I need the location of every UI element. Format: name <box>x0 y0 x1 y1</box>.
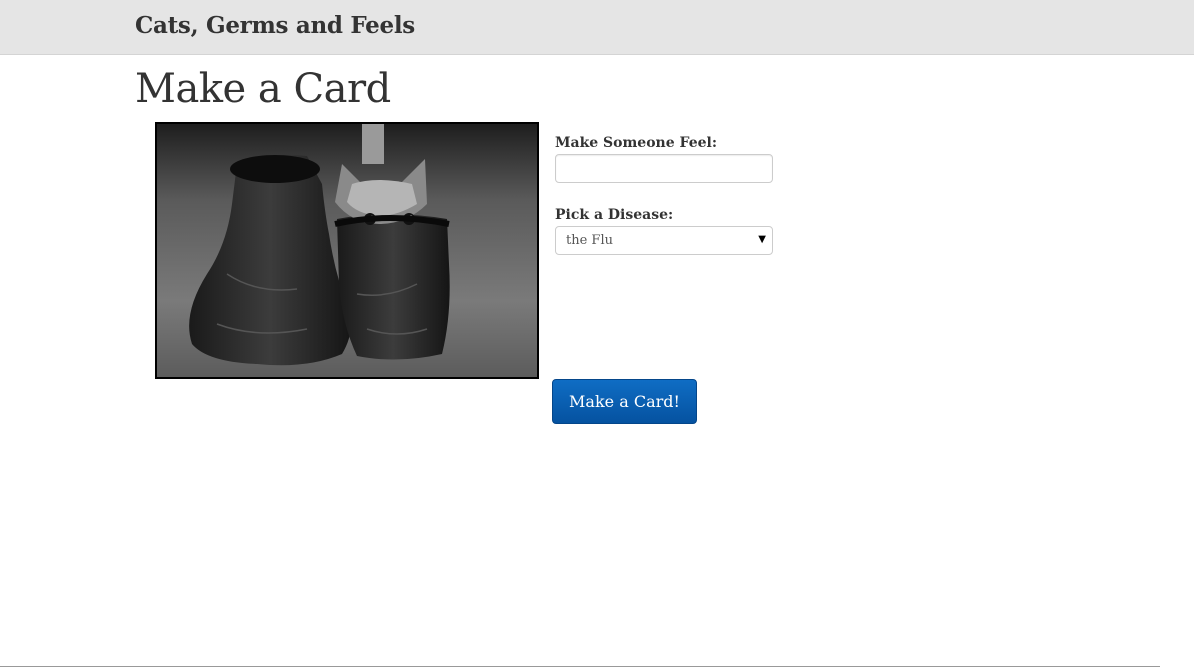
disease-label: Pick a Disease: <box>555 207 674 223</box>
feel-label: Make Someone Feel: <box>555 135 717 151</box>
disease-selected-value: the Flu <box>566 233 613 248</box>
make-card-button[interactable]: Make a Card! <box>552 379 697 424</box>
page-title: Make a Card <box>135 66 391 112</box>
card-image <box>155 122 539 379</box>
disease-select[interactable]: the Flu ▼ <box>555 226 773 255</box>
kitten-in-boot-photo <box>157 124 537 377</box>
bottom-divider <box>0 666 1160 667</box>
brand-link[interactable]: Cats, Germs and Feels <box>135 12 415 39</box>
caret-down-icon: ▼ <box>758 234 766 245</box>
feel-input[interactable] <box>555 154 773 183</box>
navbar: Cats, Germs and Feels <box>0 0 1194 55</box>
